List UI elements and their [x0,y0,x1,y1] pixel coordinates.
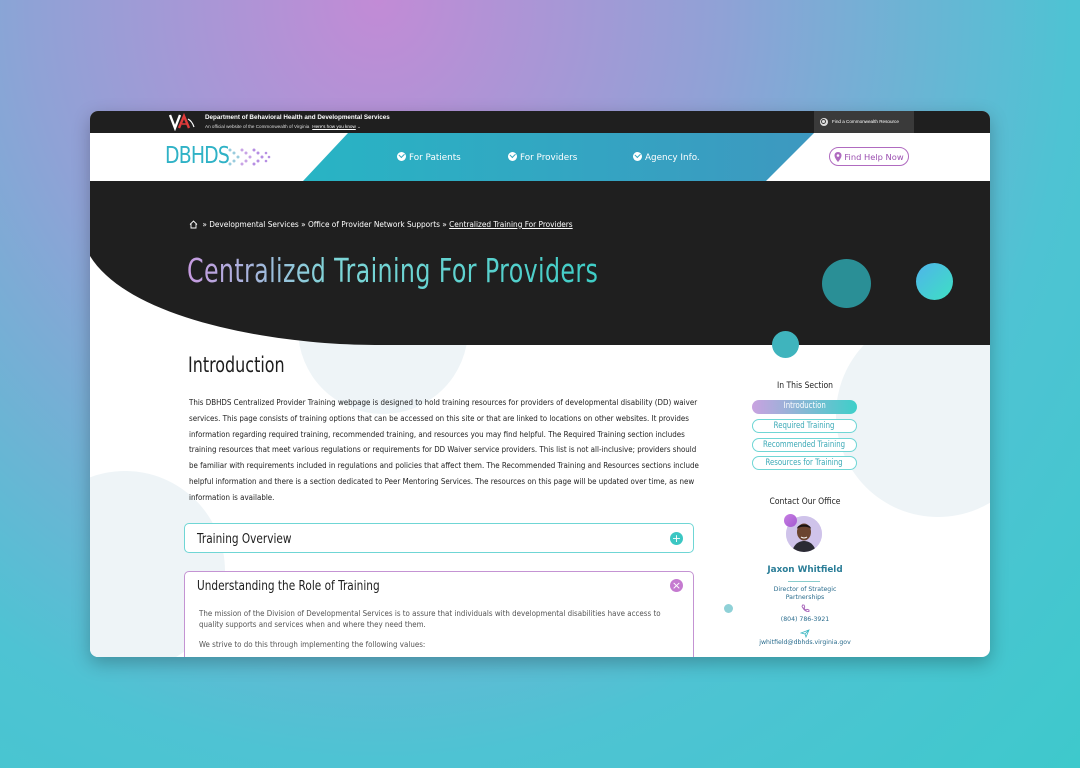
section-link-resources[interactable]: Resources for Training [752,456,857,470]
breadcrumb-provider-network[interactable]: Office of Provider Network Supports [308,219,440,229]
close-icon[interactable]: × [670,579,683,592]
intro-paragraph: This DBHDS Centralized Provider Training… [189,398,699,502]
decor-circle [916,263,953,300]
page-title: Centralized Training For Providers [187,251,599,290]
breadcrumb-current[interactable]: Centralized Training For Providers [449,219,573,229]
divider [788,581,820,582]
accordion-training-overview[interactable]: Training Overview + [184,523,694,553]
breadcrumb-sep: » [442,219,447,229]
phone-icon [801,604,810,613]
contact-email[interactable]: jwhitfield@dbhds.virginia.gov [742,639,868,646]
breadcrumb-developmental-services[interactable]: Developmental Services [209,219,299,229]
section-link-introduction[interactable]: Introduction [752,400,857,414]
contact-role: Director of Strategic Partnerships [773,586,837,601]
section-link-recommended-training[interactable]: Recommended Training [752,438,857,452]
section-link-label: Introduction [783,401,826,411]
section-link-label: Required Training [774,421,835,431]
accordion-role-of-training[interactable]: Understanding the Role of Training × The… [184,571,694,657]
intro-heading: Introduction [188,353,285,377]
section-link-label: Resources for Training [765,458,844,468]
breadcrumb-sep: » [301,219,306,229]
breadcrumb: » Developmental Services » Office of Pro… [189,219,573,229]
accordion-title: Understanding the Role of Training [197,578,380,594]
avatar-decor-dot [784,514,797,527]
accordion-paragraph: We strive to do this through implementin… [199,640,426,649]
in-this-section-heading: In This Section [776,381,834,391]
contact-heading: Contact Our Office [769,497,841,507]
browser-page: Department of Behavioral Health and Deve… [90,111,990,657]
home-icon[interactable] [189,220,198,229]
decor-circle [822,259,871,308]
hero-banner: » Developmental Services » Office of Pro… [90,181,990,345]
decor-circle [724,604,733,613]
contact-name: Jaxon Whitfield [767,565,843,575]
section-link-label: Recommended Training [763,440,846,450]
send-icon [800,629,810,638]
accordion-title: Training Overview [197,531,292,547]
decor-circle [772,331,799,358]
plus-icon[interactable]: + [670,532,683,545]
accordion-paragraph: The mission of the Division of Developme… [199,609,661,629]
breadcrumb-sep: » [202,219,207,229]
section-link-required-training[interactable]: Required Training [752,419,857,433]
contact-phone[interactable]: (804) 786-3921 [750,616,860,623]
